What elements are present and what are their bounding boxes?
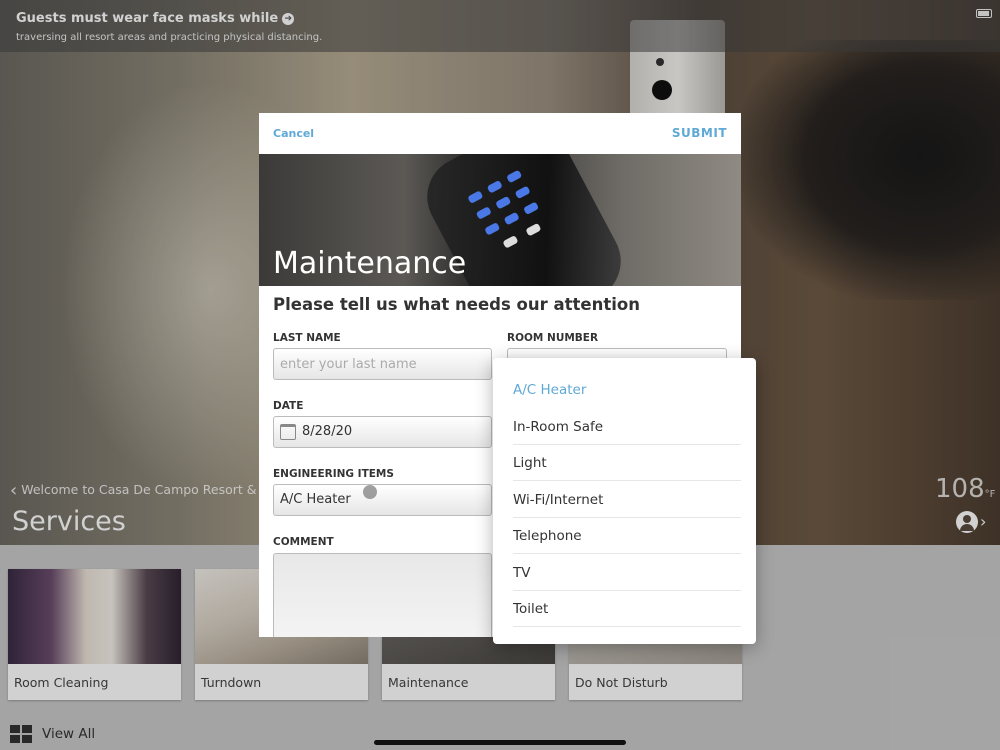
- date-label: DATE: [273, 400, 304, 412]
- dropdown-option-light[interactable]: Light: [513, 445, 741, 481]
- dropdown-option-wifi-internet[interactable]: Wi-Fi/Internet: [513, 482, 741, 518]
- modal-title: Maintenance: [273, 246, 467, 281]
- calendar-icon: [280, 423, 296, 440]
- dropdown-option-in-room-safe[interactable]: In-Room Safe: [513, 409, 741, 445]
- modal-header: Cancel SUBMIT: [259, 113, 741, 154]
- dropdown-option-ac-heater[interactable]: A/C Heater: [513, 372, 741, 408]
- dropdown-option-tv[interactable]: TV: [513, 555, 741, 591]
- submit-button[interactable]: SUBMIT: [672, 126, 727, 140]
- comment-label: COMMENT: [273, 536, 334, 548]
- last-name-input[interactable]: [273, 348, 492, 380]
- touch-indicator: [363, 485, 377, 499]
- engineering-items-select[interactable]: A/C Heater: [273, 484, 492, 516]
- room-number-label: ROOM NUMBER: [507, 332, 599, 344]
- home-indicator[interactable]: [374, 740, 626, 745]
- engineering-items-dropdown: A/C Heater In-Room Safe Light Wi-Fi/Inte…: [493, 358, 756, 644]
- date-field[interactable]: 8/28/20: [273, 416, 492, 448]
- form-prompt: Please tell us what needs our attention: [273, 295, 640, 314]
- dropdown-option-telephone[interactable]: Telephone: [513, 518, 741, 554]
- last-name-label: LAST NAME: [273, 332, 341, 344]
- comment-textarea[interactable]: [273, 553, 492, 637]
- engineering-items-value: A/C Heater: [280, 492, 351, 507]
- cancel-button[interactable]: Cancel: [273, 127, 314, 140]
- dropdown-option-toilet[interactable]: Toilet: [513, 591, 741, 627]
- engineering-items-label: ENGINEERING ITEMS: [273, 468, 394, 480]
- date-value: 8/28/20: [302, 424, 353, 439]
- modal-banner-image: Maintenance: [259, 154, 741, 286]
